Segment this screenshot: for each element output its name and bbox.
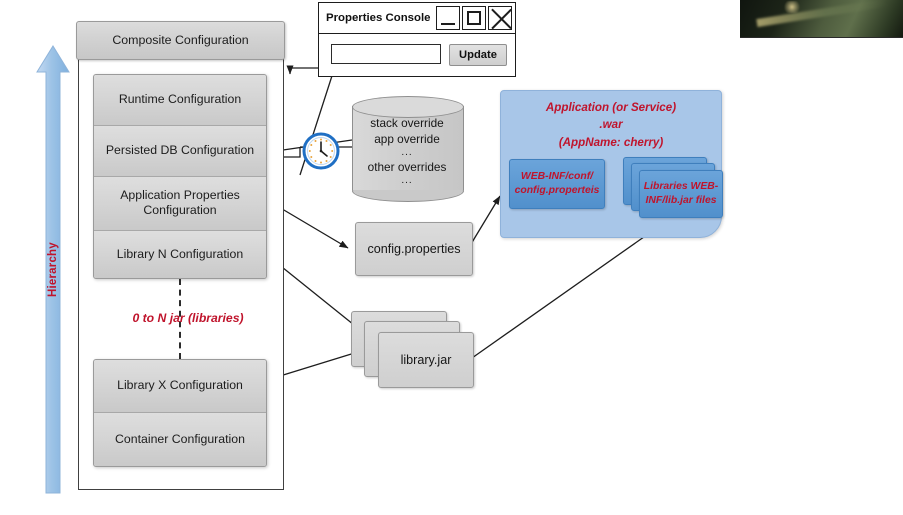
- close-button[interactable]: [488, 6, 512, 30]
- config-row-label: Container Configuration: [115, 431, 245, 446]
- config-row-label: Persisted DB Configuration: [105, 142, 255, 157]
- overrides-text: stack override app override ... other ov…: [352, 108, 462, 194]
- update-button[interactable]: Update: [449, 44, 507, 66]
- application-title: Application (or Service) .war (AppName: …: [501, 99, 721, 151]
- libraries-label: Libraries WEB-INF/lib.jar files: [643, 180, 719, 206]
- config-row-persisted-db[interactable]: Persisted DB Configuration: [94, 125, 266, 177]
- application-name: Application (or Service): [545, 101, 677, 114]
- libraries-box[interactable]: Libraries WEB-INF/lib.jar files: [639, 170, 723, 218]
- override-line-other: other overrides: [367, 160, 447, 175]
- jar-count-note: 0 to N jar (libraries): [132, 311, 244, 325]
- config-row-container[interactable]: Container Configuration: [94, 413, 266, 466]
- properties-console-input[interactable]: [331, 44, 441, 64]
- window-controls: [436, 6, 512, 30]
- maximize-icon: [467, 11, 481, 25]
- config-row-label: Library N Configuration: [116, 246, 244, 261]
- overrides-datastore: stack override app override ... other ov…: [352, 96, 464, 202]
- composite-configuration-label: Composite Configuration: [112, 32, 249, 47]
- config-row-label: Runtime Configuration: [118, 92, 242, 107]
- clock-icon: [302, 132, 340, 170]
- webcam-specular-spot: [782, 1, 802, 13]
- config-row-label: Application Properties Configuration: [120, 188, 240, 218]
- config-properties-file[interactable]: config.properties: [355, 222, 473, 276]
- maximize-button[interactable]: [462, 6, 486, 30]
- minimize-button[interactable]: [436, 6, 460, 30]
- minimize-icon: [441, 22, 455, 25]
- application-appname: (AppName: cherry): [558, 135, 664, 149]
- console-title: Properties Console: [326, 12, 431, 24]
- configuration-stack-top: Runtime Configuration Persisted DB Confi…: [93, 74, 267, 279]
- library-jar-file[interactable]: library.jar: [378, 332, 474, 388]
- library-jar-label: library.jar: [400, 353, 452, 367]
- properties-console-window[interactable]: Properties Console Update: [318, 2, 516, 77]
- config-row-library-x[interactable]: Library X Configuration: [94, 360, 266, 413]
- config-row-label: Library X Configuration: [117, 378, 243, 393]
- application-package: Application (or Service) .war (AppName: …: [500, 90, 723, 238]
- console-titlebar: Properties Console: [319, 3, 515, 34]
- webinf-conf-label: WEB-INF/conf/ config.properteis: [514, 170, 600, 196]
- config-row-application-properties[interactable]: Application Properties Configuration: [94, 176, 266, 232]
- composite-configuration-box[interactable]: Composite Configuration: [76, 21, 285, 60]
- config-properties-label: config.properties: [367, 242, 461, 256]
- application-artifact: .war: [599, 118, 623, 132]
- configuration-stack-bottom: Library X Configuration Container Config…: [93, 359, 267, 467]
- config-row-library-n[interactable]: Library N Configuration: [94, 231, 266, 278]
- diagram-canvas: Hierarchy Composite Configuration Runtim…: [0, 0, 903, 515]
- override-line-stack: stack override: [370, 115, 444, 130]
- update-button-label: Update: [459, 49, 497, 61]
- webcam-highlight: [756, 0, 903, 27]
- webinf-conf-box[interactable]: WEB-INF/conf/ config.properteis: [509, 159, 605, 209]
- up-arrow-icon: [36, 45, 70, 494]
- override-dots-1: ...: [401, 147, 413, 159]
- config-row-runtime[interactable]: Runtime Configuration: [94, 75, 266, 126]
- webcam-overlay: [740, 0, 903, 38]
- override-line-app: app override: [374, 131, 440, 146]
- override-dots-2: ...: [401, 175, 413, 187]
